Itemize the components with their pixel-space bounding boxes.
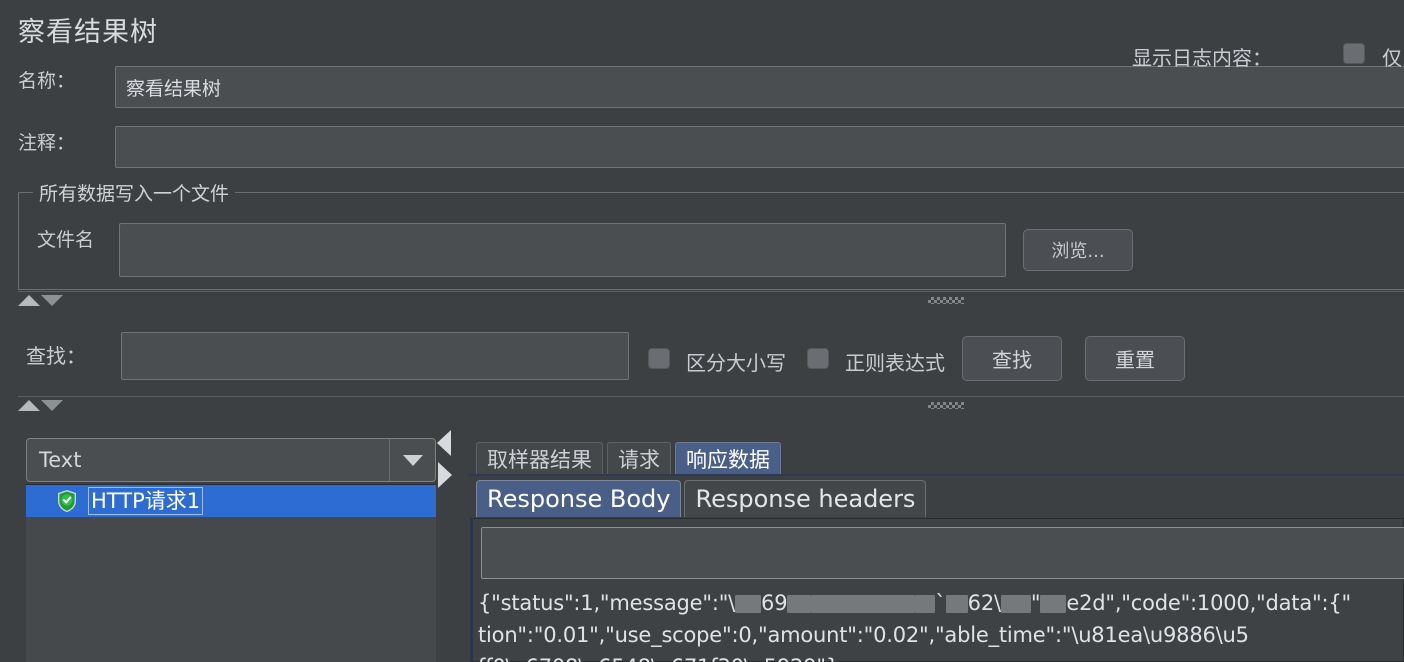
regex-checkbox[interactable] — [807, 348, 829, 369]
results-area: Text HTTP请求1 取样器结果 请求 响应数据 Response Body… — [0, 416, 1404, 662]
chevron-down-icon[interactable] — [389, 439, 435, 481]
filename-label: 文件名 — [37, 229, 95, 251]
page-title: 察看结果树 — [18, 17, 158, 48]
pane-resize-arrows[interactable] — [437, 426, 453, 500]
tab-request[interactable]: 请求 — [607, 442, 671, 475]
response-body-line: {"status":1,"message":"\ 69 ` 62\ " e2d","cod… — [478, 587, 1404, 619]
splitter-top-line — [18, 291, 1404, 292]
case-sensitive-label: 区分大小写 — [686, 351, 786, 375]
tab-underline — [468, 474, 1404, 476]
response-body-line: tion":"0.01","use_scope":0,"amount":"0.0… — [478, 619, 1404, 651]
response-body-text-run: 62\ — [967, 591, 1001, 615]
redacted-text-block — [735, 595, 762, 613]
regex-label: 正则表达式 — [845, 351, 945, 375]
arrow-left-icon[interactable] — [437, 430, 451, 456]
tree-item-label: HTTP请求1 — [88, 487, 204, 515]
write-to-file-title: 所有数据写入一个文件 — [33, 179, 236, 206]
redacted-text-block — [945, 595, 968, 613]
tab-response-data[interactable]: 响应数据 — [675, 442, 781, 475]
comment-input[interactable] — [115, 126, 1404, 168]
response-subtabs: Response Body Response headers — [476, 480, 929, 517]
name-label: 名称： — [18, 70, 76, 92]
filename-input[interactable] — [119, 223, 1006, 277]
collapse-up-icon[interactable] — [18, 295, 40, 306]
comment-label: 注释： — [18, 132, 76, 154]
comment-row: 注释： — [18, 128, 75, 155]
right-pane: 取样器结果 请求 响应数据 Response Body Response hea… — [460, 424, 1404, 662]
splitter-bottom-line — [18, 396, 1404, 397]
log-display-label: 显示日志内容： — [1132, 46, 1272, 70]
tab-sampler-result[interactable]: 取样器结果 — [476, 442, 603, 475]
subtab-response-headers[interactable]: Response headers — [684, 480, 927, 517]
left-pane: Text HTTP请求1 — [18, 424, 436, 662]
response-body-text[interactable]: {"status":1,"message":"\ 69 ` 62\ " e2d","cod… — [478, 587, 1404, 662]
redacted-text-block — [1040, 595, 1067, 613]
splitter-bottom[interactable] — [0, 396, 1404, 414]
collapse-down-icon-2[interactable] — [41, 400, 63, 411]
renderer-selected-value: Text — [39, 448, 82, 472]
response-body-line: ff0\u6708\u6548\u671f30\u5929"} — [478, 651, 1404, 662]
result-tabs: 取样器结果 请求 响应数据 — [476, 442, 785, 475]
redacted-text-block — [1000, 595, 1031, 613]
splitter-top[interactable] — [0, 291, 1404, 309]
response-body-text-run: ff0\u6708\u6548\u671f30\u5929"} — [478, 655, 839, 662]
splitter-grip-icon[interactable] — [928, 297, 964, 304]
redacted-text-block — [787, 595, 812, 613]
results-tree[interactable]: HTTP请求1 — [26, 484, 436, 662]
renderer-combobox[interactable]: Text — [26, 438, 436, 482]
collapse-down-icon[interactable] — [41, 295, 63, 306]
response-body-panel: {"status":1,"message":"\ 69 ` 62\ " e2d","cod… — [470, 518, 1404, 662]
arrow-right-icon[interactable] — [438, 462, 452, 488]
collapse-up-icon-2[interactable] — [18, 400, 40, 411]
response-body-text-run: " — [1030, 591, 1041, 615]
name-row: 名称： — [18, 66, 75, 93]
name-input[interactable]: 察看结果树 — [115, 66, 1404, 108]
caret-down-shape — [402, 454, 423, 466]
write-to-file-groupbox: 所有数据写入一个文件 文件名 浏览... — [18, 179, 1404, 290]
response-body-text-run: tion":"0.01","use_scope":0,"amount":"0.0… — [478, 623, 1249, 647]
case-sensitive-checkbox[interactable] — [648, 348, 670, 369]
response-body-text-run: 69 — [761, 591, 788, 615]
find-button[interactable]: 查找 — [962, 336, 1062, 381]
response-search-input[interactable] — [481, 527, 1404, 579]
response-body-text-run: {"status":1,"message":"\ — [478, 591, 736, 615]
view-results-tree-panel: 察看结果树 名称： 察看结果树 注释： 所有数据写入一个文件 文件名 浏览...… — [0, 0, 1404, 662]
tree-item-http-request-1[interactable]: HTTP请求1 — [26, 485, 436, 517]
splitter-grip-icon-2[interactable] — [928, 402, 964, 409]
response-body-text-run: ` — [935, 591, 946, 615]
subtab-response-body[interactable]: Response Body — [476, 480, 682, 517]
find-input[interactable] — [121, 332, 629, 380]
response-body-text-run: e2d","code":1000,"data":{" — [1066, 591, 1351, 615]
only-errors-label: 仅 — [1382, 46, 1402, 70]
log-display-checkbox[interactable] — [1343, 43, 1365, 64]
redacted-text-block — [811, 595, 916, 613]
success-shield-icon — [56, 489, 78, 513]
find-label: 查找： — [26, 344, 86, 368]
browse-button[interactable]: 浏览... — [1023, 229, 1133, 271]
reset-button[interactable]: 重置 — [1085, 336, 1185, 381]
redacted-text-block — [915, 595, 936, 613]
